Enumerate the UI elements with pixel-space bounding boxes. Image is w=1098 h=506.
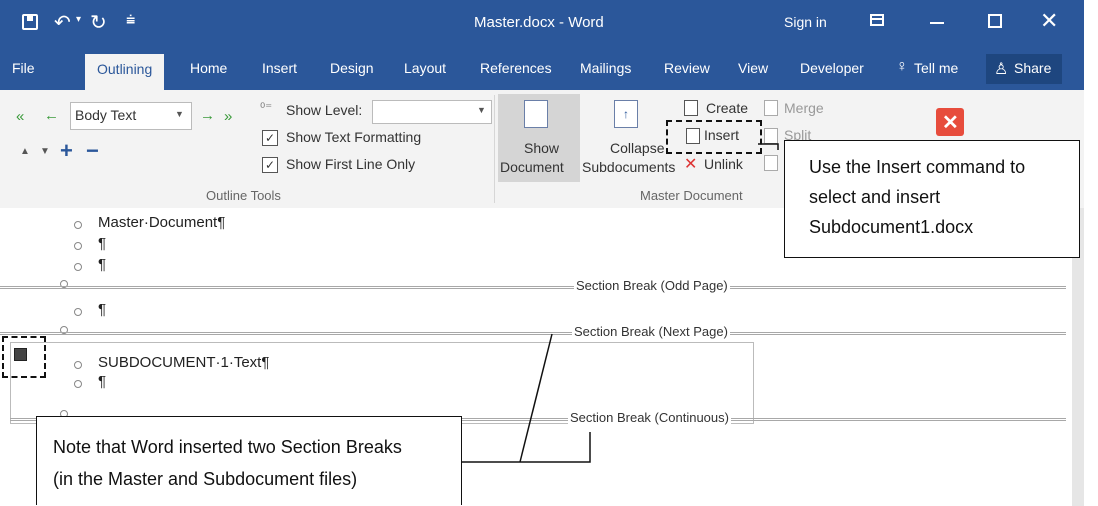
callout-line: Subdocument1.docx: [809, 217, 974, 237]
callout-line: (in the Master and Subdocument files): [53, 469, 358, 489]
callout-line: select and insert: [809, 187, 941, 207]
callout-line: Use the Insert command to: [809, 157, 1026, 177]
callout-line: Note that Word inserted two Section Brea…: [53, 437, 402, 457]
section-breaks-callout: Note that Word inserted two Section Brea…: [36, 416, 462, 505]
insert-command-callout: Use the Insert command to select and ins…: [784, 140, 1080, 258]
